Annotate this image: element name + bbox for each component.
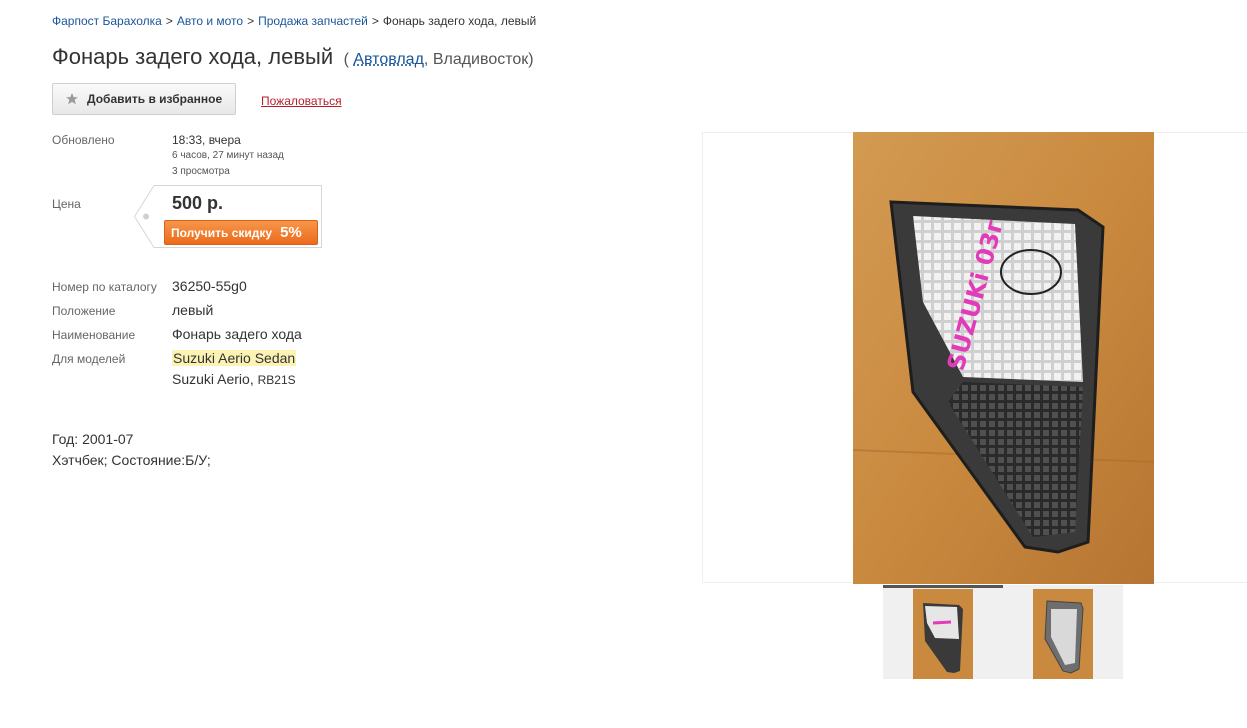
- model-item[interactable]: Suzuki Aerio Sedan: [172, 350, 297, 366]
- models-label: Для моделей: [52, 352, 126, 366]
- name-label: Наименование: [52, 328, 136, 342]
- price-tag: 500 р. Получить скидку 5%: [134, 185, 322, 248]
- model-highlighted: Suzuki Aerio Sedan: [172, 350, 297, 366]
- price-value: 500 р.: [172, 193, 224, 213]
- seller-info: ( Автовлад, Владивосток): [344, 51, 534, 68]
- breadcrumb-link-farpost[interactable]: Фарпост Барахолка: [52, 14, 162, 28]
- model-item: Suzuki Aerio, RB21S: [172, 371, 296, 387]
- breadcrumb-link-auto-moto[interactable]: Авто и мото: [177, 14, 243, 28]
- condition-text: Хэтчбек; Состояние:Б/У;: [52, 452, 211, 468]
- updated-time: 18:33, вчера: [172, 133, 241, 147]
- updated-label: Обновлено: [52, 133, 115, 147]
- main-photo[interactable]: SUZUKi 03г: [853, 132, 1154, 584]
- add-to-favorites-button[interactable]: Добавить в избранное: [52, 83, 236, 115]
- star-icon: [66, 93, 78, 105]
- model-code: RB21S: [257, 373, 296, 387]
- discount-label: Получить скидку: [171, 225, 273, 240]
- thumbnail[interactable]: [913, 589, 973, 679]
- name-value: Фонарь задего хода: [172, 326, 302, 342]
- seller-link[interactable]: Автовлад: [353, 51, 424, 68]
- paren-open: (: [343, 51, 349, 68]
- breadcrumb-current: Фонарь задего хода, левый: [382, 14, 537, 28]
- breadcrumb-separator: >: [165, 14, 173, 28]
- catalog-number-value: 36250-55g0: [172, 278, 247, 294]
- breadcrumb-link-parts[interactable]: Продажа запчастей: [258, 14, 368, 28]
- title-row: Фонарь задего хода, левый ( Автовлад, Вл…: [52, 44, 534, 70]
- views-count: 3 просмотра: [172, 166, 230, 177]
- add-to-favorites-label: Добавить в избранное: [87, 92, 223, 106]
- thumbnail[interactable]: [1033, 589, 1093, 679]
- updated-ago: 6 часов, 27 минут назад: [172, 150, 284, 161]
- complain-link[interactable]: Пожаловаться: [261, 94, 342, 108]
- catalog-number-label: Номер по каталогу: [52, 280, 157, 294]
- model-name: Suzuki Aerio,: [172, 371, 254, 387]
- position-label: Положение: [52, 304, 116, 318]
- get-discount-button[interactable]: Получить скидку 5%: [164, 220, 318, 245]
- year-text: Год: 2001-07: [52, 431, 134, 447]
- breadcrumb-separator: >: [371, 14, 379, 28]
- seller-city: , Владивосток): [423, 51, 534, 68]
- active-thumb-indicator: [883, 585, 1003, 588]
- price-label: Цена: [52, 197, 81, 211]
- breadcrumb: Фарпост Барахолка > Авто и мото > Продажа за…: [52, 14, 536, 28]
- page-title: Фонарь задего хода, левый: [52, 44, 334, 69]
- discount-percent: 5%: [280, 224, 302, 241]
- breadcrumb-separator: >: [247, 14, 255, 28]
- position-value: левый: [172, 302, 214, 318]
